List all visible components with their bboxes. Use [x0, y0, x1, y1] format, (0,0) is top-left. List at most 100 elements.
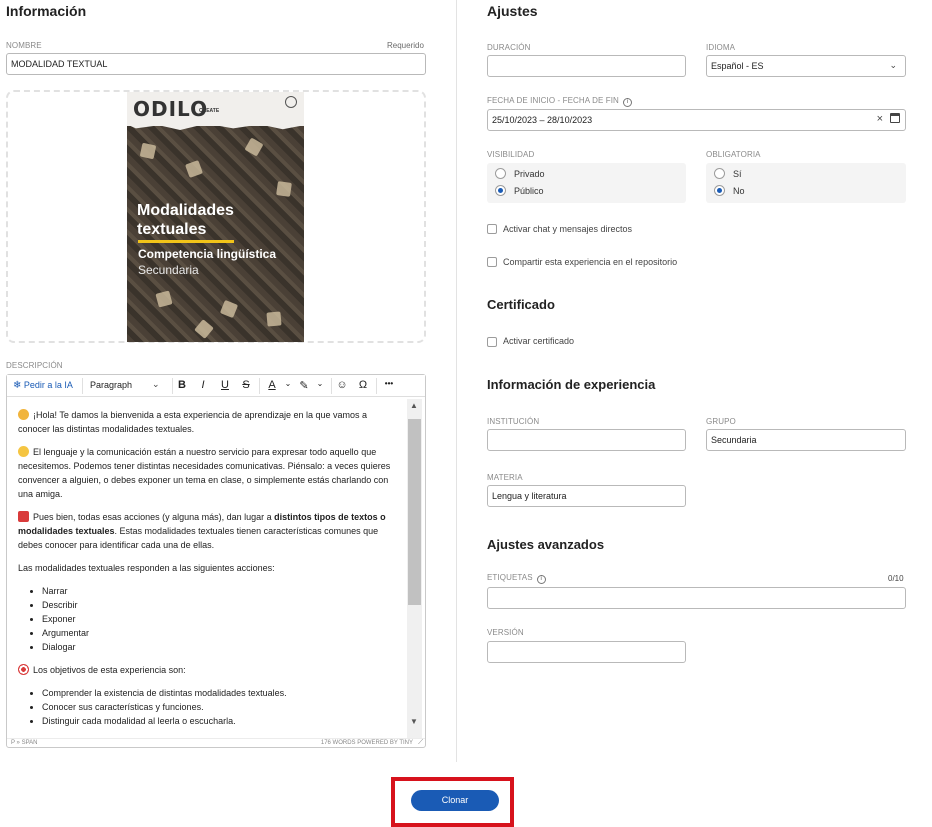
chevron-down-icon[interactable]: ⌄	[281, 379, 295, 388]
fechas-label: FECHA DE INICIO - FECHA DE FIN i	[487, 96, 632, 107]
clone-button[interactable]: Clonar	[411, 790, 499, 811]
pushpin-icon	[18, 511, 29, 522]
chat-checkbox[interactable]	[487, 224, 497, 234]
compartir-checkbox[interactable]	[487, 257, 497, 267]
radio-si-label: Sí	[733, 169, 742, 179]
list-item: Comprender la existencia de distintas mo…	[42, 686, 398, 700]
cover-level: Secundaria	[138, 263, 199, 277]
institucion-input[interactable]	[487, 429, 686, 451]
cover-logo-sub: CREATE	[199, 108, 220, 114]
word-count: 176 WORDS POWERED BY TINY	[320, 740, 413, 746]
list-item: Argumentar	[42, 626, 398, 640]
element-path: P » SPAN	[11, 740, 38, 746]
ajustes-avanzados-title: Ajustes avanzados	[487, 537, 605, 552]
chevron-down-icon[interactable]: ⌄	[152, 379, 160, 390]
bold-button[interactable]: B	[175, 379, 189, 391]
certificado-label: Activar certificado	[503, 336, 575, 346]
grupo-label: GRUPO	[706, 417, 736, 426]
nombre-input[interactable]: MODALIDAD TEXTUAL	[6, 53, 426, 75]
column-divider	[456, 0, 457, 762]
chevron-down-icon: ⌄	[889, 60, 897, 70]
rich-text-editor[interactable]: ❄ Pedir a la IA Paragraph ⌄ B I U S A ⌄ …	[6, 374, 426, 748]
duracion-label: DURACIÓN	[487, 43, 531, 52]
emoji-button[interactable]: ☺	[335, 379, 349, 391]
radio-privado-label: Privado	[514, 169, 545, 179]
cover-badge-icon	[285, 96, 297, 108]
paragraph: Las modalidades textuales responden a la…	[18, 563, 275, 573]
paragraph: ¡Hola! Te damos la bienvenida a esta exp…	[18, 409, 368, 434]
highlight-pen-icon[interactable]: ✎	[297, 379, 311, 392]
resize-icon[interactable]: ⟋	[418, 739, 423, 747]
etiquetas-counter: 0/10	[888, 574, 904, 583]
info-icon[interactable]: i	[622, 98, 632, 107]
underline-button[interactable]: U	[218, 379, 232, 391]
more-button[interactable]: •••	[382, 379, 396, 388]
cover-image: ODILO CREATE Modalidades textuales Compe…	[127, 92, 304, 342]
paragraph: El lenguaje y la comunicación están a nu…	[18, 446, 391, 499]
required-label: Requerido	[387, 41, 424, 50]
certificado-title: Certificado	[487, 297, 555, 312]
version-label: VERSIÓN	[487, 628, 524, 637]
institucion-label: INSTITUCIÓN	[487, 417, 540, 426]
info-icon[interactable]: i	[536, 575, 546, 584]
actions-list: Narrar Describir Exponer Argumentar Dial…	[42, 584, 398, 654]
idioma-select[interactable]: Español - ES ⌄	[706, 55, 906, 77]
paragraph: Pues bien, todas esas acciones (y alguna…	[18, 511, 386, 550]
radio-publico[interactable]	[495, 185, 506, 196]
certificado-checkbox[interactable]	[487, 337, 497, 347]
snowflake-ai-icon: ❄	[13, 380, 22, 391]
scrollbar-thumb[interactable]	[408, 419, 421, 605]
ask-ai-button[interactable]: ❄ Pedir a la IA	[13, 380, 73, 391]
descripcion-label: DESCRIPCIÓN	[6, 361, 63, 370]
materia-label: MATERIA	[487, 473, 523, 482]
editor-scrollbar[interactable]: ▲ ▼	[407, 399, 422, 739]
italic-button[interactable]: I	[196, 379, 210, 391]
calendar-icon[interactable]	[890, 113, 900, 123]
idioma-label: IDIOMA	[706, 43, 736, 52]
radio-si[interactable]	[714, 168, 725, 179]
obligatoria-label: OBLIGATORIA	[706, 150, 761, 159]
list-item: Describir	[42, 598, 398, 612]
paragraph: Los objetivos de esta experiencia son:	[18, 663, 398, 677]
special-char-button[interactable]: Ω	[356, 379, 370, 391]
nombre-label: NOMBRE	[6, 41, 42, 50]
cover-underline	[138, 240, 234, 243]
chevron-down-icon[interactable]: ⌄	[313, 379, 327, 388]
scroll-up-icon[interactable]: ▲	[410, 401, 418, 410]
objectives-list: Comprender la existencia de distintas mo…	[42, 686, 398, 728]
font-color-button[interactable]: A	[265, 379, 279, 391]
info-experiencia-title: Información de experiencia	[487, 377, 656, 392]
close-icon[interactable]: ×	[877, 113, 883, 125]
duracion-input[interactable]	[487, 55, 686, 77]
etiquetas-label: ETIQUETAS i	[487, 573, 546, 584]
cover-title: Modalidades textuales	[137, 202, 234, 238]
list-item: Distinguir cada modalidad al leerla o es…	[42, 714, 398, 728]
editor-statusbar: P » SPAN 176 WORDS POWERED BY TINY ⟋	[7, 738, 425, 748]
date-range-value: 25/10/2023 – 28/10/2023	[492, 115, 593, 125]
ask-ai-label: Pedir a la IA	[23, 380, 73, 390]
list-item: Dialogar	[42, 640, 398, 654]
etiquetas-input[interactable]	[487, 587, 906, 609]
editor-content[interactable]: ¡Hola! Te damos la bienvenida a esta exp…	[18, 408, 398, 737]
chat-label: Activar chat y mensajes directos	[503, 224, 633, 234]
strikethrough-button[interactable]: S	[239, 379, 253, 391]
visibilidad-label: VISIBILIDAD	[487, 150, 535, 159]
format-select[interactable]: Paragraph	[90, 380, 132, 390]
radio-privado[interactable]	[495, 168, 506, 179]
radio-no[interactable]	[714, 185, 725, 196]
list-item: Narrar	[42, 584, 398, 598]
ajustes-title: Ajustes	[487, 3, 538, 19]
informacion-title: Información	[6, 3, 87, 19]
editor-toolbar: ❄ Pedir a la IA Paragraph ⌄ B I U S A ⌄ …	[7, 375, 425, 397]
version-input[interactable]	[487, 641, 686, 663]
idioma-value: Español - ES	[711, 61, 764, 71]
target-icon	[18, 664, 29, 675]
compartir-label: Compartir esta experiencia en el reposit…	[503, 257, 678, 267]
radio-publico-label: Público	[514, 186, 544, 196]
waving-hand-icon	[18, 409, 29, 420]
date-range-input[interactable]: 25/10/2023 – 28/10/2023 ×	[487, 109, 906, 131]
grupo-input[interactable]: Secundaria	[706, 429, 906, 451]
materia-input[interactable]: Lengua y literatura	[487, 485, 686, 507]
cover-logo: ODILO	[133, 97, 209, 121]
scroll-down-icon[interactable]: ▼	[410, 717, 418, 726]
